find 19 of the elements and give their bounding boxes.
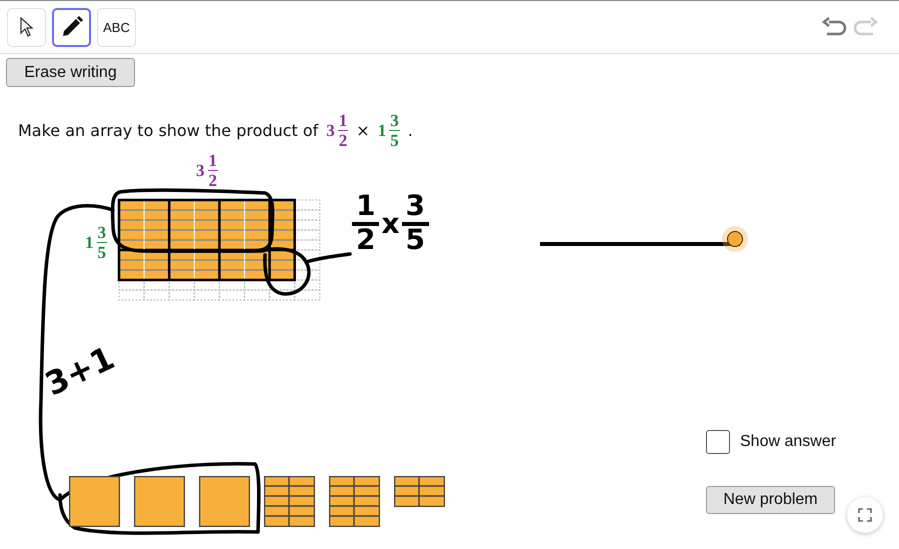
fullscreen-icon	[858, 508, 872, 522]
period: .	[408, 121, 413, 140]
text-tool[interactable]: ABC	[97, 8, 136, 46]
erase-writing-button[interactable]: Erase writing	[6, 58, 135, 87]
pointer-tool[interactable]	[7, 8, 46, 46]
new-problem-button[interactable]: New problem	[706, 486, 835, 514]
prompt-text: Make an array to show the product of	[18, 121, 318, 140]
fraction-piece[interactable]	[329, 476, 380, 527]
fraction-piece[interactable]	[264, 476, 315, 527]
handwritten-note: 3+1	[39, 338, 120, 404]
pointer-icon	[20, 17, 34, 37]
times-sign: ×	[356, 121, 370, 140]
slider-thumb[interactable]	[727, 231, 743, 247]
fullscreen-button[interactable]	[847, 497, 883, 533]
checkbox[interactable]	[706, 430, 730, 454]
array-drawing[interactable]	[117, 198, 321, 302]
fraction-piece[interactable]	[394, 476, 445, 507]
pen-tool[interactable]	[52, 8, 91, 46]
show-answer-label: Show answer	[740, 433, 836, 451]
